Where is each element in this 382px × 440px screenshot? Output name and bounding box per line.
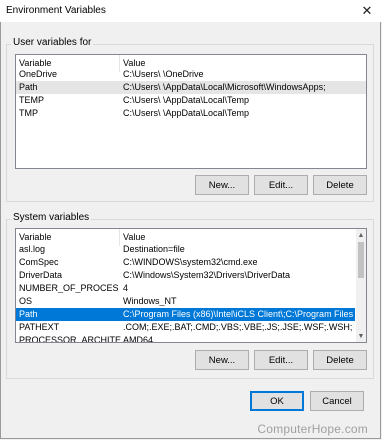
row-variable: asl.log <box>19 244 46 254</box>
system-row-asl-log[interactable]: asl.log Destination=file <box>16 243 355 256</box>
watermark: ComputerHope.com <box>257 422 368 436</box>
system-row-os[interactable]: OS Windows_NT <box>16 295 355 308</box>
user-new-button[interactable]: New... <box>195 175 249 195</box>
user-row-path[interactable]: Path C:\Users\ \AppData\Local\Microsoft\… <box>16 81 366 94</box>
row-value: Windows_NT <box>123 296 177 306</box>
row-variable: ComSpec <box>19 257 59 267</box>
row-variable: PROCESSOR_ARCHITECTURE <box>19 335 121 343</box>
user-row-tmp[interactable]: TMP C:\Users\ \AppData\Local\Temp <box>16 107 366 120</box>
row-variable: OneDrive <box>19 69 58 79</box>
row-value: C:\Users\ \OneDrive <box>123 69 204 79</box>
system-edit-button[interactable]: Edit... <box>254 350 308 370</box>
user-variables-label: User variables for <box>11 37 94 48</box>
cancel-button[interactable]: Cancel <box>310 391 364 411</box>
row-variable: TMP <box>19 108 38 118</box>
ok-button[interactable]: OK <box>250 391 304 411</box>
system-row-pathext[interactable]: PATHEXT .COM;.EXE;.BAT;.CMD;.VBS;.VBE;.J… <box>16 321 355 334</box>
row-variable: Path <box>19 82 38 92</box>
row-variable: DriverData <box>19 270 63 280</box>
user-row-temp[interactable]: TEMP C:\Users\ \AppData\Local\Temp <box>16 94 366 107</box>
user-column-variable[interactable]: Variable <box>19 58 51 68</box>
system-row-comspec[interactable]: ComSpec C:\WINDOWS\system32\cmd.exe <box>16 256 355 269</box>
scrollbar-thumb[interactable] <box>358 242 364 278</box>
system-row-path[interactable]: Path C:\Program Files (x86)\Intel\iCLS C… <box>16 308 355 321</box>
system-column-variable[interactable]: Variable <box>19 232 51 242</box>
row-value: AMD64 <box>123 335 154 343</box>
user-column-value[interactable]: Value <box>123 58 145 68</box>
row-value: C:\Program Files (x86)\Intel\iCLS Client… <box>123 309 353 319</box>
system-column-value[interactable]: Value <box>123 232 145 242</box>
row-value: C:\WINDOWS\system32\cmd.exe <box>123 257 258 267</box>
row-variable: Path <box>19 309 38 319</box>
system-row-number-of-processors[interactable]: NUMBER_OF_PROCESSORS 4 <box>16 282 355 295</box>
system-row-processor-architecture[interactable]: PROCESSOR_ARCHITECTURE AMD64 <box>16 334 355 343</box>
window-title: Environment Variables <box>6 5 106 16</box>
system-delete-button[interactable]: Delete <box>313 350 367 370</box>
row-variable: NUMBER_OF_PROCESSORS <box>19 283 119 293</box>
user-edit-button[interactable]: Edit... <box>254 175 308 195</box>
row-value: C:\Users\ \AppData\Local\Microsoft\Windo… <box>123 82 326 92</box>
user-delete-button[interactable]: Delete <box>313 175 367 195</box>
row-variable: OS <box>19 296 33 306</box>
system-row-driverdata[interactable]: DriverData C:\Windows\System32\Drivers\D… <box>16 269 355 282</box>
system-variables-list[interactable]: Variable Value asl.log Destination=file … <box>15 228 367 343</box>
scroll-up-icon[interactable]: ▲ <box>356 229 366 241</box>
row-value: C:\Windows\System32\Drivers\DriverData <box>123 270 291 280</box>
system-new-button[interactable]: New... <box>195 350 249 370</box>
row-value: .COM;.EXE;.BAT;.CMD;.VBS;.VBE;.JS;.JSE;.… <box>123 322 353 332</box>
system-variables-label: System variables <box>11 212 92 223</box>
title-bar: Environment Variables ✕ <box>0 0 382 22</box>
scroll-down-icon[interactable]: ▼ <box>356 330 366 342</box>
row-variable: PATHEXT <box>19 322 60 332</box>
row-variable: TEMP <box>19 95 45 105</box>
row-value: C:\Users\ \AppData\Local\Temp <box>123 108 250 118</box>
row-value: Destination=file <box>123 244 185 254</box>
system-list-scrollbar[interactable]: ▲ ▼ <box>356 229 366 342</box>
user-variables-list[interactable]: Variable Value OneDrive C:\Users\ \OneDr… <box>15 54 367 169</box>
user-row-onedrive[interactable]: OneDrive C:\Users\ \OneDrive <box>16 68 366 81</box>
close-icon[interactable]: ✕ <box>358 2 376 20</box>
row-value: C:\Users\ \AppData\Local\Temp <box>123 95 250 105</box>
row-value: 4 <box>123 283 129 293</box>
